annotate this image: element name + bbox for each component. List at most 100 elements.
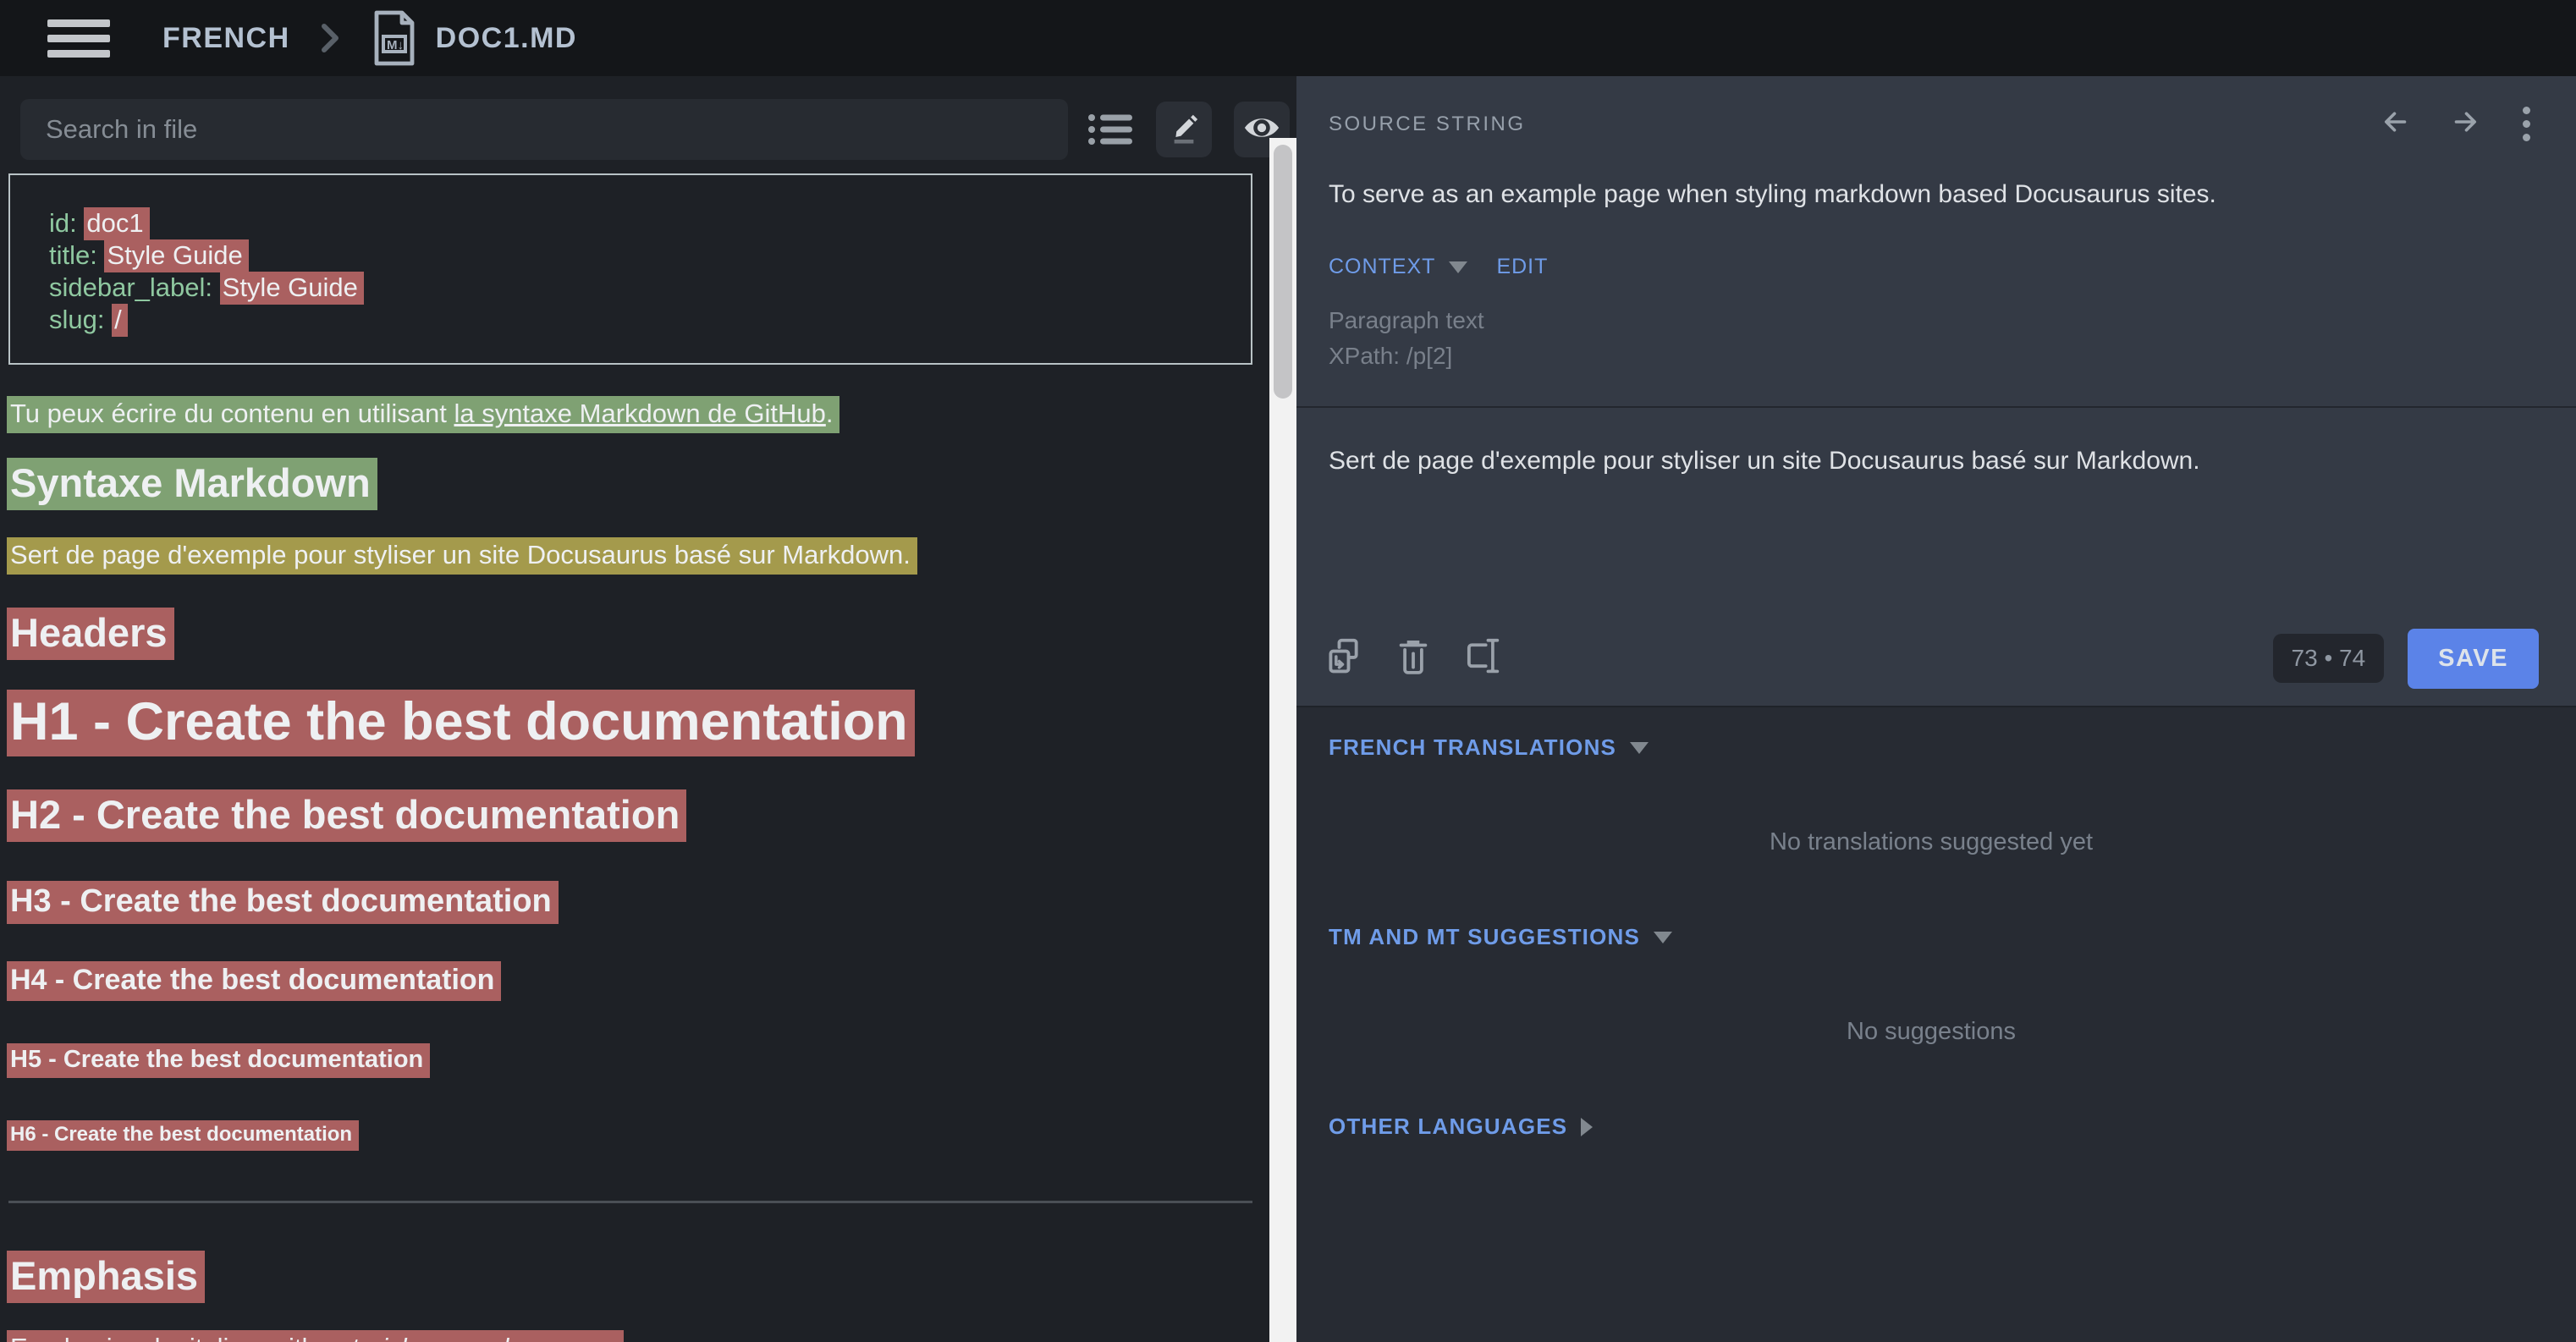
tm-empty-state: No suggestions [1329, 1018, 2534, 1046]
text-run: Emphasis, aka italics, with [10, 1333, 323, 1342]
untranslated-string[interactable]: H4 - Create the best documentation [7, 961, 501, 1001]
save-button[interactable]: SAVE [2408, 629, 2539, 689]
text-run: Tu peux écrire du contenu en utilisant [10, 399, 454, 428]
text-run: or [427, 1333, 465, 1342]
paragraph: Sert de page d'exemple pour styliser un … [7, 540, 1263, 570]
untranslated-string[interactable]: H6 - Create the best documentation [7, 1120, 359, 1151]
search-input[interactable] [20, 99, 1068, 160]
selected-string[interactable]: Sert de page d'exemple pour styliser un … [7, 537, 917, 575]
horizontal-rule [8, 1201, 1252, 1203]
section-label: FRENCH TRANSLATIONS [1329, 734, 1616, 761]
section-label: TM AND MT SUGGESTIONS [1329, 924, 1640, 950]
source-string-section: SOURCE STRING [1296, 76, 2576, 408]
source-string-title: SOURCE STRING [1329, 113, 1526, 136]
source-string-text: To serve as an example page when styling… [1329, 180, 2534, 209]
frontmatter-key: id: [49, 208, 84, 238]
svg-text:M↓: M↓ [387, 38, 404, 52]
copy-source-button[interactable] [1325, 636, 1362, 681]
file-preview-panel: id: doc1 title: Style Guide sidebar_labe… [0, 76, 1296, 1342]
text-select-icon [1464, 636, 1501, 681]
pencil-icon [1166, 110, 1202, 148]
other-languages-header[interactable]: OTHER LANGUAGES [1329, 1114, 2534, 1140]
heading-syntaxe-markdown: Syntaxe Markdown [7, 459, 1263, 506]
arrow-right-icon [2450, 107, 2480, 141]
frontmatter-line: slug: / [49, 304, 1225, 336]
translation-panel: SOURCE STRING [1296, 76, 2576, 1342]
hamburger-menu-icon[interactable] [47, 12, 110, 65]
heading-h5: H5 - Create the best documentation [7, 1046, 1263, 1074]
select-translation-button[interactable] [1464, 636, 1501, 681]
tm-mt-suggestions-header[interactable]: TM AND MT SUGGESTIONS [1329, 924, 2534, 950]
triangle-down-icon [1654, 932, 1672, 943]
character-count-badge: 73 • 74 [2273, 634, 2385, 683]
section-label: OTHER LANGUAGES [1329, 1114, 1567, 1140]
strings-list-icon[interactable] [1087, 111, 1134, 148]
frontmatter-string[interactable]: Style Guide [104, 239, 248, 272]
edit-context-link[interactable]: EDIT [1496, 255, 1548, 279]
markdown-file-icon: M↓ [370, 9, 419, 67]
left-panel-scrollbar [1269, 138, 1296, 1342]
translated-string[interactable]: Syntaxe Markdown [7, 458, 377, 510]
breadcrumb-project[interactable]: FRENCH [162, 22, 290, 55]
frontmatter-line: id: doc1 [49, 207, 1225, 239]
translation-editor-area: Sert de page d'exemple pour styliser un … [1296, 408, 2576, 611]
paragraph: Emphasis, aka italics, with asterisks or… [7, 1333, 1263, 1342]
triangle-down-icon [1630, 742, 1649, 754]
text-run: . [826, 399, 834, 428]
heading-h4: H4 - Create the best documentation [7, 964, 1263, 997]
context-xpath: XPath: /p[2] [1329, 338, 2534, 374]
untranslated-string[interactable]: H2 - Create the best documentation [7, 789, 686, 842]
frontmatter-block: id: doc1 title: Style Guide sidebar_labe… [8, 173, 1252, 365]
translations-empty-state: No translations suggested yet [1329, 828, 2534, 856]
frontmatter-line: sidebar_label: Style Guide [49, 272, 1225, 304]
untranslated-string[interactable]: Emphasis [7, 1251, 205, 1303]
text-run: . [609, 1333, 617, 1342]
scrollbar-thumb[interactable] [1274, 145, 1292, 399]
context-dropdown[interactable]: CONTEXT [1329, 255, 1435, 279]
inline-link[interactable]: la syntaxe Markdown de GitHub [454, 399, 825, 428]
next-string-button[interactable] [2450, 107, 2480, 141]
copy-icon [1325, 636, 1362, 681]
triangle-right-icon [1581, 1118, 1593, 1136]
frontmatter-line: title: Style Guide [49, 239, 1225, 272]
translation-editor-window: FRENCH M↓ DOC1.MD [0, 0, 2576, 1342]
previous-string-button[interactable] [2381, 107, 2411, 141]
translation-input[interactable]: Sert de page d'exemple pour styliser un … [1329, 447, 2534, 476]
italic-run: underscores [465, 1333, 610, 1342]
frontmatter-key: slug: [49, 305, 112, 334]
french-translations-header[interactable]: FRENCH TRANSLATIONS [1329, 734, 2534, 761]
untranslated-string[interactable]: Emphasis, aka italics, with asterisks or… [7, 1330, 624, 1342]
suggestions-section: FRENCH TRANSLATIONS No translations sugg… [1296, 706, 2576, 1342]
edit-mode-button[interactable] [1156, 102, 1212, 157]
heading-h2: H2 - Create the best documentation [7, 791, 1263, 838]
italic-run: asterisks [323, 1333, 427, 1342]
untranslated-string[interactable]: Headers [7, 608, 174, 660]
arrow-left-icon [2381, 107, 2411, 141]
heading-h6: H6 - Create the best documentation [7, 1123, 1263, 1147]
heading-h1: H1 - Create the best documentation [7, 691, 1263, 752]
frontmatter-string[interactable]: / [112, 304, 128, 337]
document-preview: id: doc1 title: Style Guide sidebar_labe… [0, 169, 1296, 1342]
heading-headers: Headers [7, 609, 1263, 656]
untranslated-string[interactable]: H3 - Create the best documentation [7, 881, 559, 924]
chevron-right-icon [319, 21, 341, 55]
translation-toolbar: 73 • 74 SAVE [1296, 611, 2576, 706]
frontmatter-key: sidebar_label: [49, 272, 220, 302]
frontmatter-string[interactable]: doc1 [84, 207, 149, 240]
file-toolbar [0, 76, 1296, 169]
top-bar: FRENCH M↓ DOC1.MD [0, 0, 2576, 76]
translated-string[interactable]: Tu peux écrire du contenu en utilisant l… [7, 396, 839, 433]
triangle-down-icon [1449, 261, 1467, 273]
untranslated-string[interactable]: H1 - Create the best documentation [7, 690, 915, 756]
heading-h3: H3 - Create the best documentation [7, 883, 1263, 920]
frontmatter-key: title: [49, 240, 104, 270]
untranslated-string[interactable]: H5 - Create the best documentation [7, 1043, 430, 1078]
clear-translation-button[interactable] [1398, 636, 1428, 681]
breadcrumb-file[interactable]: DOC1.MD [436, 22, 577, 55]
more-options-kebab-icon[interactable] [2519, 107, 2534, 141]
trash-icon [1398, 636, 1428, 681]
context-type: Paragraph text [1329, 303, 2534, 338]
frontmatter-string[interactable]: Style Guide [220, 272, 364, 305]
main-split: id: doc1 title: Style Guide sidebar_labe… [0, 76, 2576, 1342]
heading-emphasis: Emphasis [7, 1252, 1263, 1299]
